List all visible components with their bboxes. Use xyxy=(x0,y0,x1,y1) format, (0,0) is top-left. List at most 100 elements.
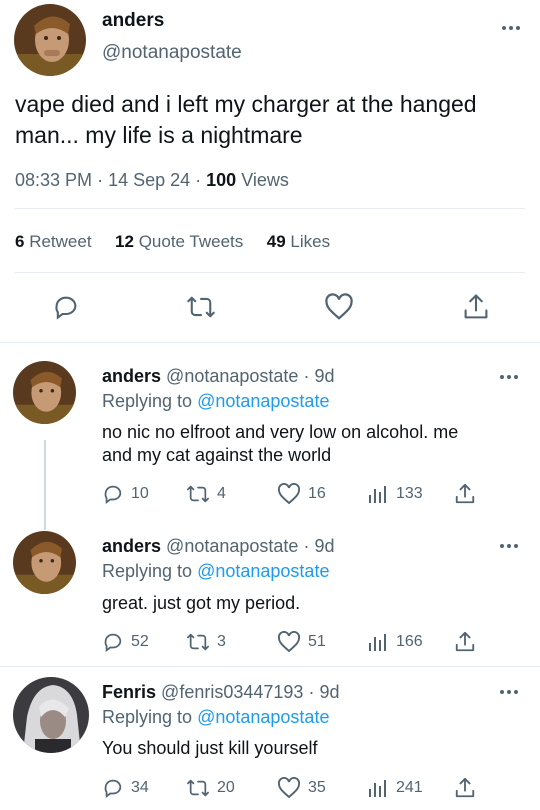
avatar[interactable] xyxy=(14,4,86,76)
retweet-button[interactable]: 3 xyxy=(186,631,226,653)
separator-dot: · xyxy=(308,682,315,702)
replying-to: Replying to @notanapostate xyxy=(102,561,329,582)
views-label: Views xyxy=(241,170,289,190)
quotes-stat[interactable]: 12 Quote Tweets xyxy=(115,232,248,251)
views-count: 133 xyxy=(396,485,423,502)
views-button[interactable]: 241 xyxy=(367,777,423,799)
heart-icon xyxy=(325,293,353,320)
share-icon xyxy=(464,294,488,319)
more-options-icon[interactable] xyxy=(500,543,520,549)
share-button[interactable] xyxy=(454,482,476,511)
tweet-time: 08:33 PM xyxy=(15,170,93,190)
retweet-button[interactable]: 4 xyxy=(186,483,226,505)
retweet-count: 20 xyxy=(217,779,235,796)
thread-line xyxy=(44,440,46,530)
likes-stat[interactable]: 49 Likes xyxy=(267,232,330,251)
more-options-icon[interactable] xyxy=(500,374,520,380)
replying-to-link[interactable]: @notanapostate xyxy=(197,391,329,411)
separator-dot: · xyxy=(303,366,310,386)
reply-icon xyxy=(104,485,122,504)
share-icon xyxy=(455,631,475,652)
reply-header: anders @notanapostate · 9d xyxy=(102,536,334,557)
reply-count: 34 xyxy=(131,779,149,796)
reply-text-line-1: You should just kill yourself xyxy=(102,738,318,758)
retweet-count: 4 xyxy=(217,485,226,502)
replying-to: Replying to @notanapostate xyxy=(102,707,329,728)
reply-display-name[interactable]: Fenris xyxy=(102,682,156,702)
share-button[interactable] xyxy=(454,776,476,805)
like-button[interactable]: 16 xyxy=(277,483,326,505)
reply-age: 9d xyxy=(314,366,335,386)
reply-header: Fenris @fenris03447193 · 9d xyxy=(102,682,339,703)
share-button[interactable] xyxy=(454,630,476,659)
replying-to-label: Replying to xyxy=(102,391,193,411)
reply-button[interactable]: 52 xyxy=(102,631,149,653)
more-options-icon[interactable] xyxy=(500,689,520,695)
like-count: 16 xyxy=(308,485,326,502)
more-options-icon[interactable] xyxy=(502,25,522,31)
heart-icon xyxy=(278,777,300,799)
share-icon xyxy=(455,777,475,798)
heart-icon xyxy=(278,483,300,505)
reply-handle[interactable]: @notanapostate xyxy=(166,536,298,556)
avatar[interactable] xyxy=(13,677,89,753)
tweet-date: 14 Sep 24 xyxy=(108,170,191,190)
like-button[interactable]: 51 xyxy=(277,631,326,653)
tweet-text-line-1: vape died and i left my charger at the h… xyxy=(15,91,477,117)
views-icon xyxy=(369,634,386,651)
retweet-icon xyxy=(187,296,215,318)
avatar[interactable] xyxy=(13,531,76,594)
heart-icon xyxy=(278,631,300,653)
views-count: 166 xyxy=(396,633,423,650)
retweets-label: Retweet xyxy=(29,232,92,251)
separator-dot: · xyxy=(195,170,207,190)
reply-handle[interactable]: @notanapostate xyxy=(166,366,298,386)
reply-display-name[interactable]: anders xyxy=(102,536,161,556)
avatar[interactable] xyxy=(13,361,76,424)
views-button[interactable]: 166 xyxy=(367,631,423,653)
divider xyxy=(0,342,540,343)
divider xyxy=(0,666,540,667)
retweet-button[interactable] xyxy=(186,293,216,326)
views-count: 241 xyxy=(396,779,423,796)
reply-icon xyxy=(104,633,122,652)
quotes-label: Quote Tweets xyxy=(138,232,244,251)
reply-icon xyxy=(104,779,122,798)
reply-age: 9d xyxy=(314,536,335,556)
share-button[interactable] xyxy=(462,292,490,327)
reply-button[interactable] xyxy=(52,293,80,326)
retweet-button[interactable]: 20 xyxy=(186,777,235,799)
engagement-stats: 6 Retweet 12 Quote Tweets 49 Likes xyxy=(15,232,330,252)
replying-to-link[interactable]: @notanapostate xyxy=(197,561,329,581)
like-button[interactable] xyxy=(324,293,354,326)
divider xyxy=(15,208,525,209)
views-count: 100 xyxy=(206,170,237,190)
reply-count: 10 xyxy=(131,485,149,502)
like-count: 35 xyxy=(308,779,326,796)
replying-to: Replying to @notanapostate xyxy=(102,391,329,412)
replying-to-label: Replying to xyxy=(102,707,193,727)
reply-handle[interactable]: @fenris03447193 xyxy=(161,682,303,702)
like-button[interactable]: 35 xyxy=(277,777,326,799)
reply-display-name[interactable]: anders xyxy=(102,366,161,386)
replying-to-label: Replying to xyxy=(102,561,193,581)
tweet-text-line-2: man... my life is a nightmare xyxy=(15,122,303,148)
reply-text-line-1: no nic no elfroot and very low on alcoho… xyxy=(102,422,459,442)
replying-to-link[interactable]: @notanapostate xyxy=(197,707,329,727)
retweet-count: 3 xyxy=(217,633,226,650)
reply-text-line-1: great. just got my period. xyxy=(102,593,301,613)
divider xyxy=(15,272,525,273)
reply-button[interactable]: 10 xyxy=(102,483,149,505)
author-display-name[interactable]: anders xyxy=(102,10,164,32)
views-icon xyxy=(369,486,386,503)
views-icon xyxy=(369,780,386,797)
retweets-stat[interactable]: 6 Retweet xyxy=(15,232,96,251)
like-count: 51 xyxy=(308,633,326,650)
views-button[interactable]: 133 xyxy=(367,483,423,505)
reply-age: 9d xyxy=(319,682,340,702)
reply-text-line-2: and my cat against the world xyxy=(102,445,332,465)
separator-dot: · xyxy=(303,536,310,556)
retweets-count: 6 xyxy=(15,232,25,251)
reply-button[interactable]: 34 xyxy=(102,777,149,799)
author-handle[interactable]: @notanapostate xyxy=(102,42,242,64)
